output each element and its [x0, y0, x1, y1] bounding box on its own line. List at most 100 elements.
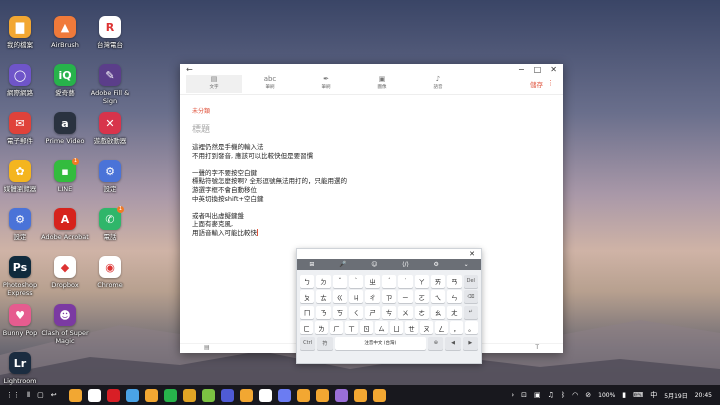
- chevron-right-icon[interactable]: ›: [511, 391, 514, 399]
- key[interactable]: ˊ: [381, 274, 397, 288]
- key[interactable]: ⊕: [428, 336, 444, 350]
- key[interactable]: ˙: [398, 274, 413, 288]
- desktop-app-game-launcher[interactable]: ✕ 遊戲啟動器: [82, 112, 138, 146]
- key[interactable]: ㄅ: [300, 274, 315, 288]
- category-label[interactable]: 未分類: [192, 106, 551, 115]
- clock-icon[interactable]: [239, 388, 253, 402]
- toolbar-mic[interactable]: ♪ 語音: [410, 75, 466, 93]
- gallery-icon[interactable]: ▣: [534, 391, 541, 399]
- toolbar-pen[interactable]: ✒ 筆刷: [298, 75, 354, 93]
- more-options-icon[interactable]: ⋮: [547, 79, 554, 87]
- app-icon[interactable]: [182, 388, 196, 402]
- keyboard-tool-1-icon[interactable]: 🎤: [339, 261, 346, 268]
- iqiyi-icon[interactable]: [163, 388, 177, 402]
- key[interactable]: ㄜ: [414, 305, 429, 319]
- play-store-icon[interactable]: [87, 388, 101, 402]
- key[interactable]: ㄏ: [330, 321, 343, 334]
- key[interactable]: ㄎ: [332, 305, 348, 319]
- reminder-icon[interactable]: [353, 388, 367, 402]
- recent-apps-icon[interactable]: ⦀: [27, 391, 30, 400]
- key[interactable]: 符: [317, 336, 333, 350]
- key[interactable]: ⌫: [463, 290, 478, 303]
- game-icon[interactable]: [201, 388, 215, 402]
- key[interactable]: ㄘ: [381, 305, 397, 319]
- desktop-app-settings[interactable]: ⚙ 設定: [82, 160, 138, 194]
- bixby-icon[interactable]: [125, 388, 139, 402]
- key[interactable]: ㄣ: [447, 290, 462, 303]
- screenshot-icon[interactable]: ⊡: [521, 391, 527, 399]
- key[interactable]: 注音中文 (台灣): [334, 336, 427, 350]
- key[interactable]: ◀: [445, 336, 461, 350]
- battery-level[interactable]: 100%: [598, 392, 615, 399]
- key[interactable]: ㄕ: [365, 305, 380, 319]
- key[interactable]: ˇ: [332, 274, 348, 288]
- save-button[interactable]: 儲存: [530, 79, 543, 89]
- keyboard-icon[interactable]: ⌨: [633, 391, 643, 399]
- time[interactable]: 20:45: [695, 392, 712, 399]
- desktop-app-adobe-fill-sign[interactable]: ✎ Adobe Fill & Sign: [82, 64, 138, 105]
- keyboard-tool-5-icon[interactable]: ⌄: [464, 261, 469, 268]
- date[interactable]: 5月19日: [664, 391, 687, 400]
- note-editor[interactable]: 未分類 標題 這裡仍然是手機的輸入法 不用打到發音, 應該可以比較快但是要習慣 一聲…: [180, 95, 563, 249]
- sound-icon[interactable]: ♫: [548, 391, 554, 399]
- key[interactable]: ㄝ: [405, 321, 418, 334]
- key[interactable]: Ctrl: [300, 336, 316, 350]
- calendar-icon[interactable]: [258, 388, 272, 402]
- folder-2-icon[interactable]: [372, 388, 386, 402]
- notes-2-icon[interactable]: [315, 388, 329, 402]
- app-drawer-icon[interactable]: ⋮⋮: [6, 391, 20, 399]
- key[interactable]: Del: [463, 274, 478, 288]
- wifi-icon[interactable]: ◠: [572, 391, 578, 399]
- checklist-icon[interactable]: ▤: [204, 344, 210, 353]
- key[interactable]: ㄧ: [398, 290, 413, 303]
- app-2-icon[interactable]: [220, 388, 234, 402]
- key[interactable]: ㄛ: [414, 290, 429, 303]
- key[interactable]: ㄈ: [300, 321, 313, 334]
- keyboard-tool-4-icon[interactable]: ⚙: [434, 261, 439, 268]
- key[interactable]: ㄌ: [315, 321, 328, 334]
- netflix-icon[interactable]: [106, 388, 120, 402]
- keyboard-tool-3-icon[interactable]: ⟨/⟩: [402, 261, 409, 268]
- folder-icon[interactable]: [68, 388, 82, 402]
- key[interactable]: ㄇ: [300, 305, 315, 319]
- minimize-icon[interactable]: −: [518, 65, 525, 74]
- key[interactable]: ㄔ: [365, 290, 380, 303]
- keyboard-tool-2-icon[interactable]: ☺: [371, 261, 377, 268]
- desktop-app-lightroom[interactable]: Lr Lightroom: [0, 352, 48, 386]
- back-arrow-icon[interactable]: ←: [186, 65, 193, 74]
- back-icon[interactable]: ↩: [51, 391, 57, 399]
- maximize-icon[interactable]: □: [534, 65, 542, 74]
- key[interactable]: ㄨ: [398, 305, 413, 319]
- toolbar-brush[interactable]: abc 筆刷: [242, 75, 298, 93]
- keyboard-tool-0-icon[interactable]: ⊞: [309, 261, 314, 268]
- key[interactable]: ㄟ: [430, 290, 446, 303]
- key[interactable]: ㄊ: [316, 290, 331, 303]
- note-body[interactable]: 這裡仍然是手機的輸入法 不用打到發音, 應該可以比較快但是要習慣 一聲的字不要按空白…: [192, 143, 551, 238]
- key[interactable]: ㄥ: [435, 321, 448, 334]
- desktop-app-phone[interactable]: ✆ 1 電話: [82, 206, 138, 242]
- key[interactable]: ㄐ: [349, 290, 364, 303]
- title-input[interactable]: 標題: [192, 122, 551, 135]
- toolbar-text[interactable]: ▤ 文字: [186, 75, 242, 93]
- key[interactable]: ㄞ: [430, 274, 446, 288]
- key[interactable]: ，: [450, 321, 463, 334]
- key[interactable]: ㄚ: [414, 274, 429, 288]
- app-3-icon[interactable]: [334, 388, 348, 402]
- key[interactable]: ㄩ: [390, 321, 403, 334]
- key[interactable]: ㄤ: [447, 305, 462, 319]
- desktop-app-radio[interactable]: R 台灣電台: [82, 16, 138, 50]
- key[interactable]: ㄑ: [349, 305, 364, 319]
- key[interactable]: ㄒ: [345, 321, 358, 334]
- key[interactable]: ˋ: [349, 274, 364, 288]
- key[interactable]: ㄆ: [300, 290, 315, 303]
- desktop-app-clash-magic[interactable]: ☻ Clash of Super Magic: [37, 304, 93, 345]
- key[interactable]: ㄢ: [447, 274, 462, 288]
- key[interactable]: ㄠ: [430, 305, 446, 319]
- key[interactable]: ㄗ: [381, 290, 397, 303]
- toolbar-image[interactable]: ▣ 圖像: [354, 75, 410, 93]
- gallery-icon[interactable]: [144, 388, 158, 402]
- key[interactable]: ㄋ: [316, 305, 331, 319]
- close-icon[interactable]: ✕: [550, 65, 557, 74]
- camera-icon[interactable]: [277, 388, 291, 402]
- language-icon[interactable]: 中: [650, 390, 657, 400]
